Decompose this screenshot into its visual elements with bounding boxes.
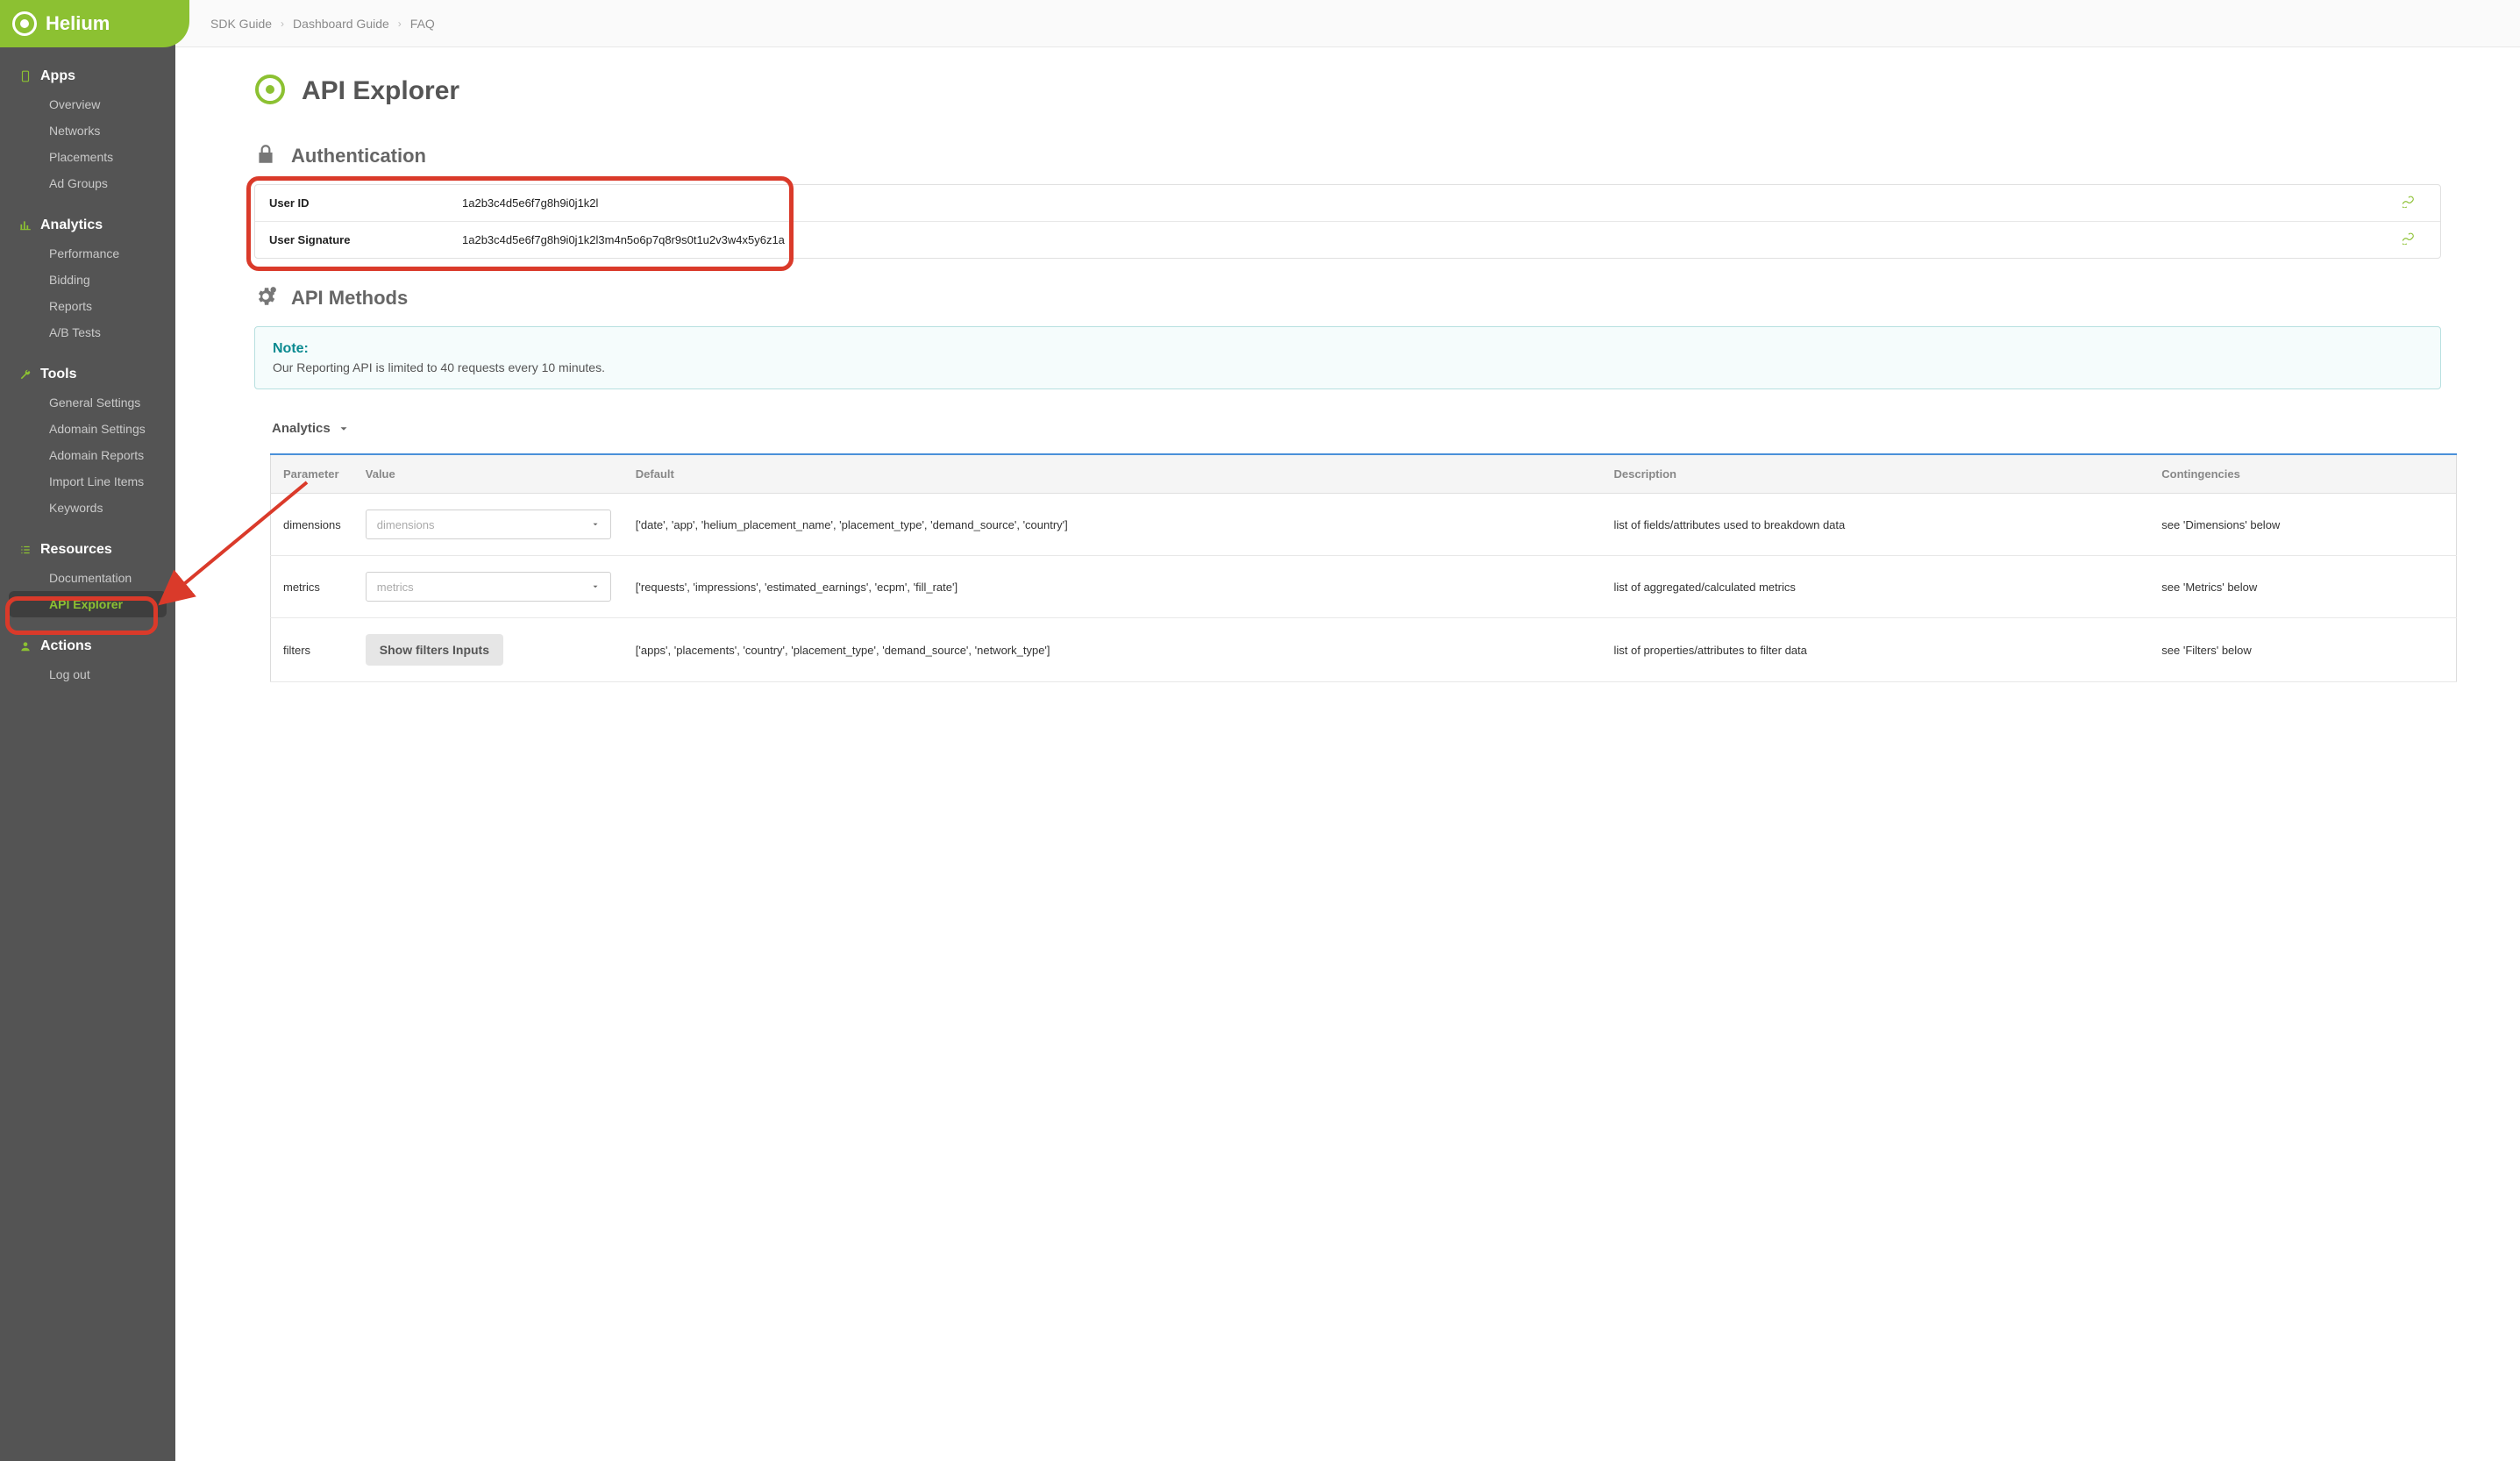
params-table: ParameterValueDefaultDescriptionContinge…: [270, 453, 2457, 682]
sidebar-heading-resources[interactable]: Resources: [0, 535, 175, 565]
chevron-down-icon: [338, 423, 350, 435]
auth-section-title: Authentication: [291, 145, 426, 167]
lock-icon: [254, 143, 277, 168]
sidebar-item-networks[interactable]: Networks: [0, 118, 175, 144]
param-row-dimensions: dimensions dimensions ['date', 'app', 'hel…: [271, 494, 2457, 556]
auth-box: User ID 1a2b3c4d5e6f7g8h9i0j1k2l User Si…: [254, 184, 2441, 259]
auth-value: 1a2b3c4d5e6f7g8h9i0j1k2l3m4n5o6p7q8r9s0t…: [462, 233, 2391, 246]
sidebar-item-keywords[interactable]: Keywords: [0, 495, 175, 521]
param-value-cell: dimensions: [353, 494, 623, 556]
param-name: filters: [271, 618, 353, 682]
gear-icon: [254, 285, 277, 310]
col-default: Default: [623, 454, 1602, 494]
param-value-cell: metrics: [353, 556, 623, 618]
note-body: Our Reporting API is limited to 40 reque…: [273, 360, 2423, 374]
collapser-label: Analytics: [272, 421, 331, 436]
auth-label: User ID: [269, 196, 462, 210]
logo-icon: [12, 11, 37, 36]
auth-value: 1a2b3c4d5e6f7g8h9i0j1k2l: [462, 196, 2391, 210]
sidebar-item-import-line-items[interactable]: Import Line Items: [0, 468, 175, 495]
logo[interactable]: Helium: [0, 0, 189, 47]
methods-section-title: API Methods: [291, 287, 408, 310]
note-title: Note:: [273, 341, 2423, 357]
show-filters-button[interactable]: Show filters Inputs: [366, 634, 503, 666]
crumb-dashboard[interactable]: Dashboard Guide: [293, 17, 389, 31]
chevron-right-icon: ›: [281, 18, 284, 30]
sidebar-item-overview[interactable]: Overview: [0, 91, 175, 118]
col-description: Description: [1601, 454, 2149, 494]
logo-text: Helium: [46, 12, 110, 35]
param-description: list of aggregated/calculated metrics: [1601, 556, 2149, 618]
chevron-right-icon: ›: [398, 18, 402, 30]
copy-link-button[interactable]: [2391, 196, 2426, 210]
auth-row-user-signature: User Signature 1a2b3c4d5e6f7g8h9i0j1k2l3…: [255, 222, 2440, 258]
param-default: ['date', 'app', 'helium_placement_name',…: [623, 494, 1602, 556]
sidebar-item-reports[interactable]: Reports: [0, 293, 175, 319]
auth-row-user-id: User ID 1a2b3c4d5e6f7g8h9i0j1k2l: [255, 185, 2440, 222]
crumb-faq[interactable]: FAQ: [410, 17, 435, 31]
param-name: dimensions: [271, 494, 353, 556]
col-contingencies: Contingencies: [2149, 454, 2456, 494]
param-contingencies: see 'Dimensions' below: [2149, 494, 2456, 556]
sidebar-item-ad-groups[interactable]: Ad Groups: [0, 170, 175, 196]
sidebar: Helium AppsOverviewNetworksPlacementsAd …: [0, 0, 175, 1461]
param-default: ['requests', 'impressions', 'estimated_e…: [623, 556, 1602, 618]
copy-link-button[interactable]: [2391, 232, 2426, 247]
sidebar-item-log-out[interactable]: Log out: [0, 661, 175, 688]
breadcrumb: SDK Guide › Dashboard Guide › FAQ: [175, 0, 2520, 47]
sidebar-item-adomain-settings[interactable]: Adomain Settings: [0, 416, 175, 442]
sidebar-heading-actions[interactable]: Actions: [0, 631, 175, 661]
sidebar-heading-analytics[interactable]: Analytics: [0, 210, 175, 240]
param-default: ['apps', 'placements', 'country', 'place…: [623, 618, 1602, 682]
param-contingencies: see 'Metrics' below: [2149, 556, 2456, 618]
sidebar-item-adomain-reports[interactable]: Adomain Reports: [0, 442, 175, 468]
col-value: Value: [353, 454, 623, 494]
sidebar-item-documentation[interactable]: Documentation: [0, 565, 175, 591]
col-parameter: Parameter: [271, 454, 353, 494]
param-description: list of fields/attributes used to breakd…: [1601, 494, 2149, 556]
sidebar-item-placements[interactable]: Placements: [0, 144, 175, 170]
sidebar-heading-tools[interactable]: Tools: [0, 360, 175, 389]
metrics-select[interactable]: metrics: [366, 572, 611, 602]
dimensions-select[interactable]: dimensions: [366, 510, 611, 539]
param-value-cell: Show filters Inputs: [353, 618, 623, 682]
param-contingencies: see 'Filters' below: [2149, 618, 2456, 682]
sidebar-heading-apps[interactable]: Apps: [0, 61, 175, 91]
note-box: Note: Our Reporting API is limited to 40…: [254, 326, 2441, 389]
param-description: list of properties/attributes to filter …: [1601, 618, 2149, 682]
sidebar-item-bidding[interactable]: Bidding: [0, 267, 175, 293]
page-icon: [254, 74, 286, 108]
analytics-collapser[interactable]: Analytics: [272, 421, 2441, 436]
sidebar-item-performance[interactable]: Performance: [0, 240, 175, 267]
crumb-sdk[interactable]: SDK Guide: [210, 17, 272, 31]
sidebar-item-a-b-tests[interactable]: A/B Tests: [0, 319, 175, 346]
param-name: metrics: [271, 556, 353, 618]
param-row-metrics: metrics metrics ['requests', 'impressions'…: [271, 556, 2457, 618]
param-row-filters: filters Show filters Inputs ['apps', 'plac…: [271, 618, 2457, 682]
sidebar-item-general-settings[interactable]: General Settings: [0, 389, 175, 416]
auth-label: User Signature: [269, 233, 462, 246]
page-title: API Explorer: [302, 76, 459, 106]
sidebar-item-api-explorer[interactable]: API Explorer: [9, 591, 167, 617]
